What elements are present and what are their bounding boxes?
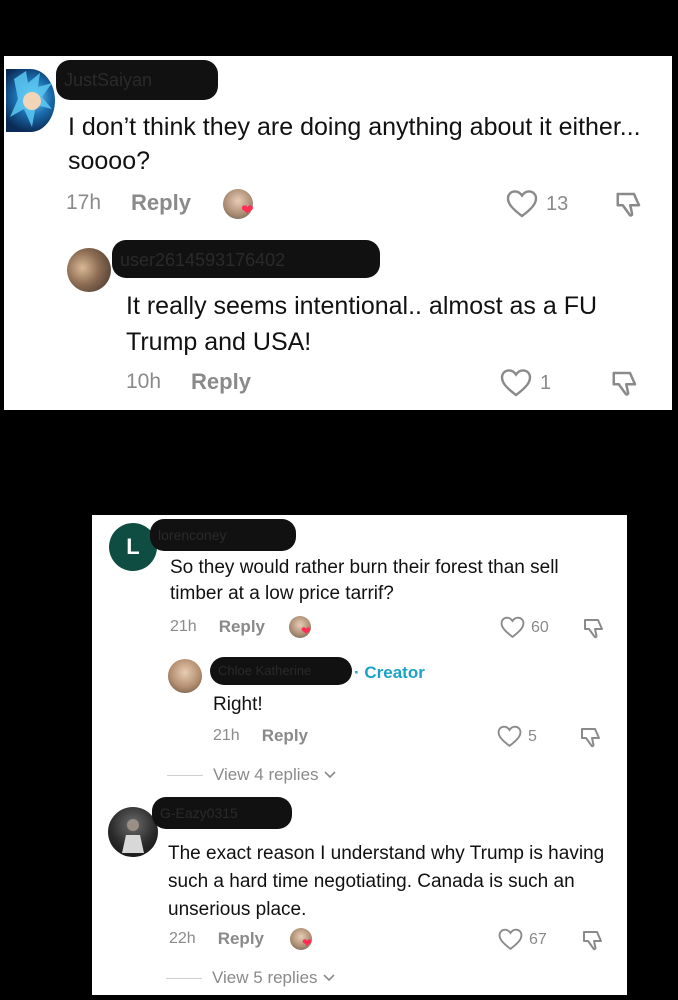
creator-heart-icon: ❤	[302, 936, 313, 950]
timestamp: 21h	[213, 727, 240, 744]
avatar[interactable]	[6, 69, 55, 132]
like-count: 1	[540, 371, 552, 394]
username: lorenconey	[158, 527, 227, 543]
divider-line	[166, 977, 202, 979]
comment-text: The exact reason I understand why Trump …	[168, 843, 605, 920]
comment-meta: 17h Reply	[66, 190, 191, 216]
reply-dislike-button[interactable]	[610, 368, 640, 403]
reply-button[interactable]: Reply	[218, 929, 264, 949]
avatar-figure-icon	[122, 819, 144, 853]
reply-button[interactable]: Reply	[262, 726, 308, 746]
like-button[interactable]: 13	[506, 189, 568, 219]
reply-text: It really seems intentional.. almost as …	[126, 292, 598, 356]
thumbs-down-icon	[583, 931, 602, 951]
like-button[interactable]: 67	[498, 928, 547, 951]
dislike-button[interactable]	[614, 189, 644, 224]
reply-username-redacted[interactable]: user2614593176402	[112, 240, 380, 278]
timestamp: 21h	[170, 618, 197, 635]
view-replies-label: View 5 replies	[212, 968, 318, 987]
like-count: 13	[546, 192, 569, 215]
thumbs-down-icon	[612, 371, 637, 396]
creator-reply-like-button[interactable]: 5	[497, 725, 537, 748]
chevron-down-icon	[323, 771, 336, 779]
comment-card-1: JustSaiyan I don’t think they are doing …	[4, 56, 672, 410]
like-button[interactable]: 60	[500, 616, 549, 639]
view-replies-button[interactable]: View 5 replies	[166, 968, 336, 988]
creator-badge: · Creator	[354, 663, 425, 682]
thumbs-down-icon	[616, 192, 641, 217]
creator-username: Chloe Katherine	[218, 663, 312, 678]
timestamp: 17h	[66, 191, 102, 214]
avatar-art-icon	[10, 71, 52, 127]
creator-avatar[interactable]	[168, 659, 202, 693]
creator-reply-text: Right!	[213, 694, 263, 715]
creator-heart-icon: ❤	[301, 624, 312, 638]
username: JustSaiyan	[64, 70, 153, 90]
creator-reply-meta: 21h Reply	[213, 726, 308, 746]
reply-meta: 10h Reply	[126, 369, 251, 395]
thumbs-down-icon	[584, 619, 603, 639]
creator-reply-dislike-button[interactable]	[579, 725, 603, 754]
username: G-Eazy0315	[160, 805, 238, 821]
reply-button[interactable]: Reply	[219, 617, 265, 637]
comment-text: So they would rather burn their forest t…	[170, 557, 559, 604]
dislike-button[interactable]	[582, 616, 606, 645]
comment-meta: 22h Reply	[169, 929, 264, 949]
creator-username-redacted[interactable]: Chloe Katherine	[210, 657, 352, 685]
like-count: 5	[528, 727, 537, 745]
thumbs-down-icon	[581, 728, 600, 748]
username-redacted[interactable]: JustSaiyan	[56, 60, 218, 100]
view-replies-label: View 4 replies	[213, 765, 319, 784]
reply-avatar[interactable]	[67, 248, 111, 292]
timestamp: 22h	[169, 930, 196, 947]
heart-outline-icon	[498, 928, 523, 951]
username-redacted[interactable]: lorenconey	[150, 519, 296, 551]
comment-text: I don’t think they are doing anything ab…	[68, 113, 641, 175]
like-count: 67	[529, 930, 547, 948]
dislike-button[interactable]	[581, 928, 605, 957]
view-replies-button[interactable]: View 4 replies	[167, 765, 337, 785]
reply-button[interactable]: Reply	[131, 190, 191, 216]
username-redacted[interactable]: G-Eazy0315	[152, 797, 292, 829]
heart-outline-icon	[500, 616, 525, 639]
heart-outline-icon	[497, 725, 522, 748]
heart-outline-icon	[500, 369, 532, 397]
reply-like-button[interactable]: 1	[500, 368, 551, 398]
reply-button[interactable]: Reply	[191, 369, 251, 395]
avatar-letter-text: L	[126, 534, 140, 559]
creator-heart-icon: ❤	[241, 202, 254, 219]
comment-meta: 21h Reply	[170, 617, 265, 637]
timestamp: 10h	[126, 370, 162, 393]
like-count: 60	[531, 618, 549, 636]
heart-outline-icon	[506, 190, 538, 218]
reply-username: user2614593176402	[120, 250, 286, 270]
comment-card-2: L lorenconey So they would rather burn t…	[92, 515, 627, 995]
avatar[interactable]	[108, 807, 158, 857]
chevron-down-icon	[322, 974, 335, 982]
divider-line	[167, 774, 203, 776]
